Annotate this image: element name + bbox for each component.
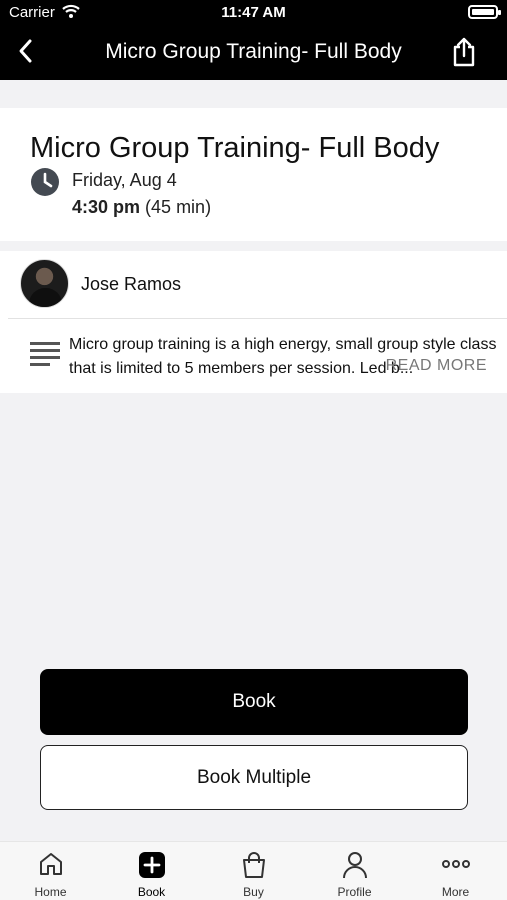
divider [8, 318, 507, 319]
class-start-time: 4:30 pm [72, 197, 141, 217]
nav-title: Micro Group Training- Full Body [105, 40, 402, 63]
tab-buy[interactable]: Buy [203, 842, 304, 900]
tab-home[interactable]: Home [0, 842, 101, 900]
tab-label: More [441, 885, 470, 899]
tab-profile[interactable]: Profile [304, 842, 405, 900]
tab-label: Buy [243, 885, 264, 899]
clock-icon [31, 168, 59, 196]
tab-label: Home [34, 885, 67, 899]
status-bar: Carrier 11:47 AM [0, 0, 507, 26]
class-duration: (45 min) [145, 197, 212, 217]
description-lines-icon [30, 342, 60, 366]
home-icon [39, 853, 62, 875]
class-title: Micro Group Training- Full Body [30, 132, 440, 164]
tab-book[interactable]: Book [101, 842, 202, 900]
instructor-card: Jose Ramos Micro group training is a hig… [0, 251, 507, 393]
shopping-bag-icon [242, 852, 265, 878]
class-header-card: Micro Group Training- Full Body Friday, … [0, 108, 507, 241]
tab-more[interactable]: More [405, 842, 506, 900]
plus-square-icon [138, 852, 165, 878]
person-icon [342, 852, 367, 879]
status-time: 11:47 AM [221, 4, 286, 21]
tab-bar: Home Book Buy Profile More [0, 841, 507, 900]
class-date: Friday, Aug 4 [72, 170, 177, 190]
class-time: 4:30 pm (45 min) [72, 197, 211, 218]
read-more-link[interactable]: READ MORE [386, 357, 487, 375]
top-bar: Carrier 11:47 AM Micro Group Training- F… [0, 0, 507, 80]
book-button[interactable]: Book [40, 669, 468, 735]
ellipsis-icon [441, 860, 470, 868]
tab-label: Book [137, 885, 166, 899]
back-button[interactable] [10, 36, 40, 66]
battery-icon [468, 5, 501, 19]
tab-label: Profile [337, 885, 372, 899]
instructor-name[interactable]: Jose Ramos [81, 274, 181, 295]
chevron-left-icon [19, 39, 32, 63]
instructor-avatar[interactable] [20, 259, 69, 308]
book-multiple-button[interactable]: Book Multiple [40, 745, 468, 810]
share-icon [453, 37, 475, 67]
share-button[interactable] [449, 36, 479, 68]
